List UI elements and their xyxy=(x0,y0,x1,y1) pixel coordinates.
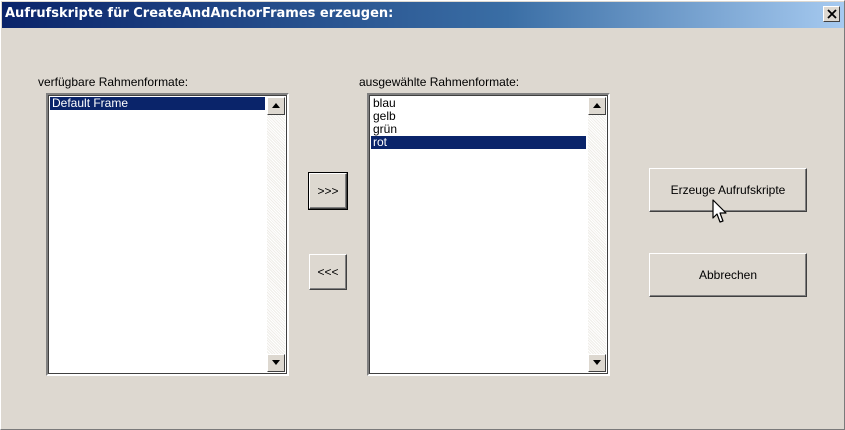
arrow-down-icon xyxy=(593,360,601,365)
available-scroll-up-button[interactable] xyxy=(267,97,285,115)
move-right-button[interactable]: >>> xyxy=(308,172,348,210)
available-formats-label: verfügbare Rahmenformate: xyxy=(38,75,189,89)
selected-list-item[interactable]: gelb xyxy=(371,110,586,123)
selected-scroll-up-button[interactable] xyxy=(588,97,606,115)
available-formats-listbox[interactable]: Default Frame xyxy=(46,93,289,376)
selected-formats-label: ausgewählte Rahmenformate: xyxy=(359,75,520,89)
dialog-window: Aufrufskripte für CreateAndAnchorFrames … xyxy=(0,0,845,430)
arrow-up-icon xyxy=(593,103,601,108)
available-list-item[interactable]: Default Frame xyxy=(50,97,265,110)
selected-list-item[interactable]: rot xyxy=(371,136,586,149)
selected-formats-listbox[interactable]: blau gelb grün rot xyxy=(367,93,610,376)
window-title: Aufrufskripte für CreateAndAnchorFrames … xyxy=(5,6,394,21)
available-formats-items: Default Frame xyxy=(50,97,265,110)
selected-scrollbar[interactable] xyxy=(588,97,606,372)
selected-scroll-down-button[interactable] xyxy=(588,354,606,372)
cancel-button[interactable]: Abbrechen xyxy=(649,253,807,297)
move-left-button[interactable]: <<< xyxy=(309,254,347,290)
title-bar[interactable]: Aufrufskripte für CreateAndAnchorFrames … xyxy=(2,2,844,28)
selected-list-item[interactable]: blau xyxy=(371,97,586,110)
close-icon xyxy=(827,9,837,19)
arrow-up-icon xyxy=(272,103,280,108)
selected-list-item[interactable]: grün xyxy=(371,123,586,136)
available-scroll-down-button[interactable] xyxy=(267,354,285,372)
selected-formats-items: blau gelb grün rot xyxy=(371,97,586,149)
arrow-down-icon xyxy=(272,360,280,365)
close-button[interactable] xyxy=(823,6,840,22)
generate-scripts-button[interactable]: Erzeuge Aufrufskripte xyxy=(649,168,807,212)
available-scrollbar[interactable] xyxy=(267,97,285,372)
